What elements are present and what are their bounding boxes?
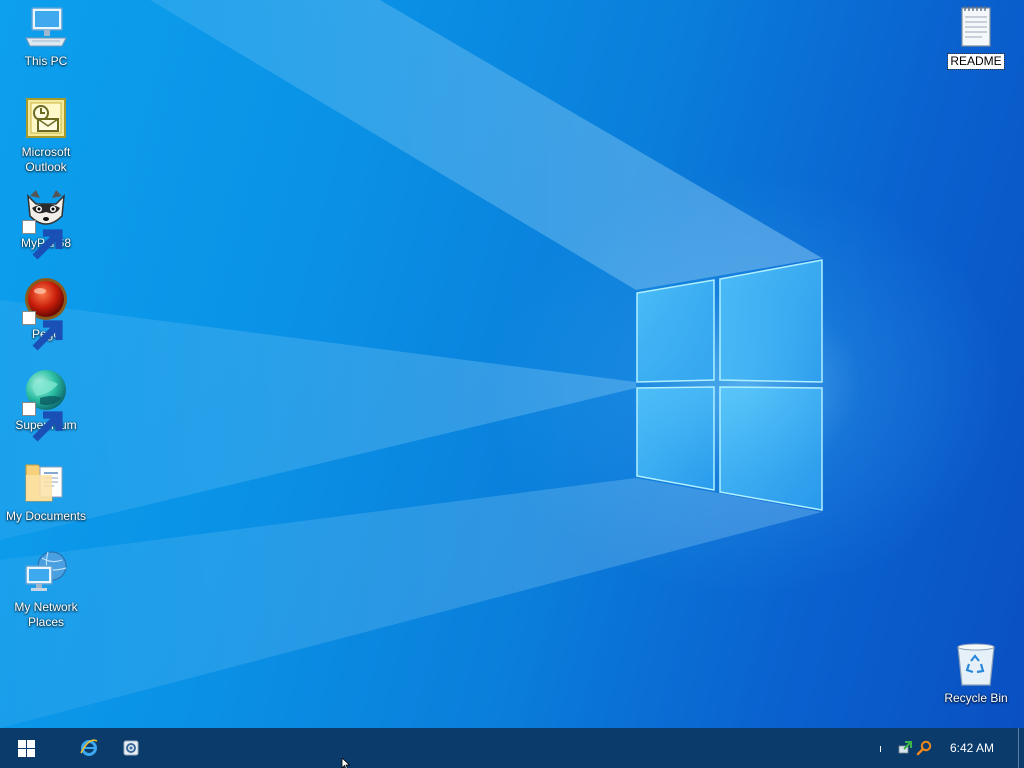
- desktop-icon-label: Microsoft Outlook: [21, 145, 71, 174]
- windows-logo-icon: [17, 739, 35, 757]
- tray-overflow-indicator[interactable]: ı: [879, 728, 882, 768]
- desktop-icon-my-network-places[interactable]: My Network Places: [1, 550, 91, 630]
- desktop-icon-label: My Network Places: [14, 600, 78, 629]
- desktop-icon-label: Recycle Bin: [944, 691, 1008, 705]
- internet-explorer-icon: [80, 739, 98, 756]
- search-icon: [916, 740, 932, 756]
- desktop-icon-label: This PC: [24, 54, 68, 68]
- desktop-icon-pego[interactable]: Pego: [1, 277, 91, 351]
- recycle-bin-icon: [952, 641, 1000, 689]
- taskbar-clock[interactable]: 6:42 AM: [950, 728, 994, 768]
- desktop-icon-my-documents[interactable]: My Documents: [1, 459, 91, 524]
- network-icon: [22, 550, 70, 598]
- shortcut-arrow-icon: [22, 402, 63, 442]
- taskbar-app-button[interactable]: [114, 728, 148, 768]
- desktop-icon-this-pc[interactable]: This PC: [1, 4, 91, 69]
- notepad-icon: [952, 4, 1000, 52]
- desktop-icon-label: My Documents: [5, 509, 87, 523]
- shortcut-arrow-icon: [22, 220, 63, 260]
- red-ball-icon: [22, 277, 70, 351]
- desktop-icon-supermium[interactable]: Supermium: [1, 368, 91, 442]
- tray-search-button[interactable]: [915, 728, 933, 768]
- show-desktop-button[interactable]: [1018, 728, 1024, 768]
- start-button[interactable]: [0, 728, 52, 768]
- wallpaper-light-beams: [0, 0, 822, 728]
- shortcut-arrow-icon: [22, 311, 63, 351]
- desktop-icon-mypal-68[interactable]: MyPal 68: [1, 186, 91, 260]
- desktop-icon-readme[interactable]: README: [931, 4, 1021, 70]
- wallpaper-windows-logo: [636, 259, 823, 511]
- app-icon: [123, 740, 139, 756]
- folder-documents-icon: [22, 459, 70, 507]
- desktop-icon-microsoft-outlook[interactable]: Microsoft Outlook: [1, 95, 91, 175]
- desktop-icon-recycle-bin[interactable]: Recycle Bin: [931, 641, 1021, 706]
- tray-network-status-button[interactable]: [896, 728, 914, 768]
- taskbar-internet-explorer-button[interactable]: [72, 728, 106, 768]
- mouse-cursor-icon: [341, 758, 351, 768]
- desktop-icon-label: README: [947, 53, 1005, 70]
- taskbar: ı 6:42 AM: [0, 728, 1024, 768]
- raccoon-icon: [22, 186, 70, 260]
- outlook-icon: [22, 95, 70, 143]
- network-status-icon: [898, 741, 912, 754]
- computer-icon: [22, 4, 70, 52]
- supermium-icon: [22, 368, 70, 442]
